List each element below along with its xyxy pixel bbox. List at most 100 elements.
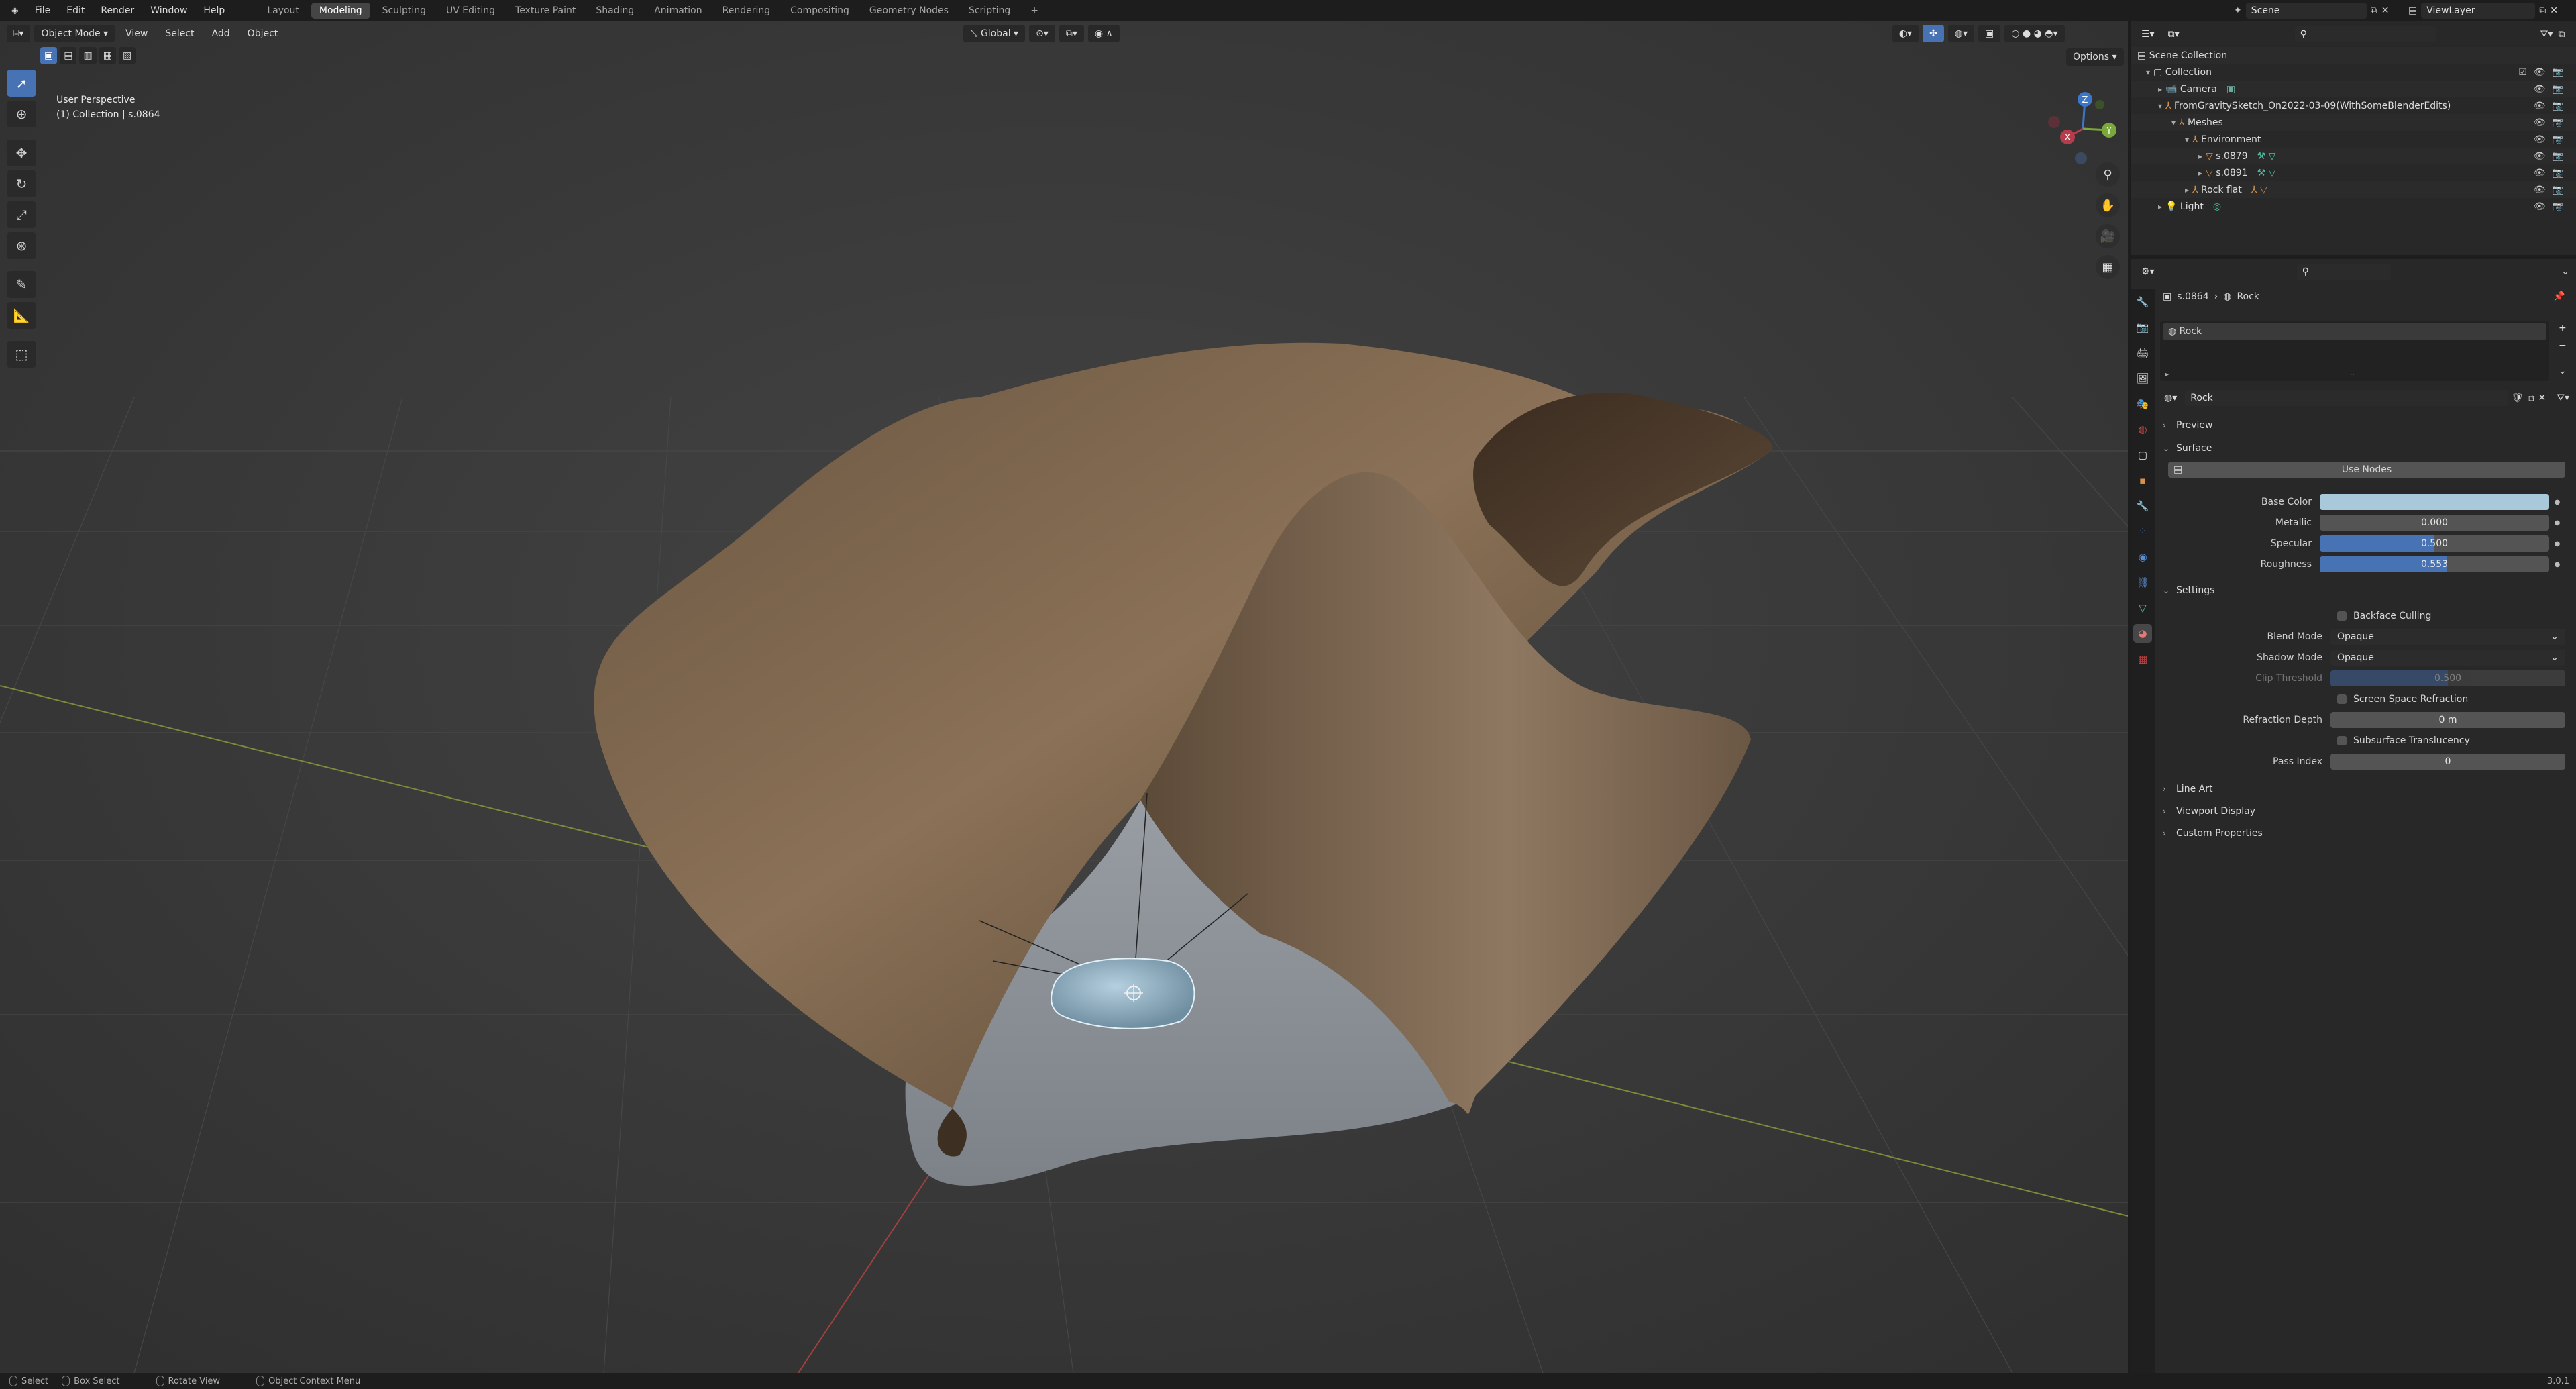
material-slots-list[interactable]: ◍ Rock ▸ ⋯ xyxy=(2160,321,2549,381)
outliner-row-s0879[interactable]: ▸ ▽ s.0879 ⚒ ▽ 👁 📷 xyxy=(2131,148,2576,164)
panel-options-icon[interactable]: ⌄ xyxy=(2561,266,2569,277)
select-extend-icon[interactable]: ▤ xyxy=(60,47,77,64)
camera-render-icon[interactable]: 📷 xyxy=(2553,168,2564,178)
expand-icon[interactable]: ▸ xyxy=(2195,168,2206,178)
measure-icon[interactable]: 📐 xyxy=(7,302,36,329)
camera-render-icon[interactable]: 📷 xyxy=(2553,151,2564,162)
menu-view[interactable]: View xyxy=(119,28,154,39)
camera-render-icon[interactable]: 📷 xyxy=(2553,185,2564,195)
scene-close-icon[interactable]: ✕ xyxy=(2381,5,2390,16)
render-tab-icon[interactable]: 📷 xyxy=(2133,318,2152,337)
camera-view-icon[interactable]: 🎥 xyxy=(2096,224,2120,248)
tab-shading[interactable]: Shading xyxy=(588,3,642,19)
tab-geometry-nodes[interactable]: Geometry Nodes xyxy=(861,3,957,19)
particles-tab-icon[interactable]: ⁘ xyxy=(2133,522,2152,541)
fake-user-icon[interactable]: 🛡 xyxy=(2512,393,2524,403)
panel-custom-properties[interactable]: › Custom Properties xyxy=(2163,824,2565,843)
rotate-icon[interactable]: ↻ xyxy=(7,170,36,197)
eye-icon[interactable]: 👁 xyxy=(2534,201,2546,212)
expand-icon[interactable]: ▸ xyxy=(2182,185,2192,195)
tab-scripting[interactable]: Scripting xyxy=(961,3,1018,19)
editor-type-icon[interactable]: ⌸▾ xyxy=(7,25,31,42)
base-color-swatch[interactable] xyxy=(2320,494,2549,510)
expand-icon[interactable]: ▾ xyxy=(2168,118,2179,127)
texture-tab-icon[interactable]: ▩ xyxy=(2133,650,2152,668)
visibility-icon[interactable]: ◐▾ xyxy=(1892,25,1919,42)
new-collection-icon[interactable]: ⧉ xyxy=(2558,29,2565,40)
navigation-gizmo[interactable]: Z Y X xyxy=(2039,89,2127,169)
eye-icon[interactable]: 👁 xyxy=(2534,151,2546,162)
expand-icon[interactable]: ▸ xyxy=(2155,202,2165,211)
add-workspace-icon[interactable]: + xyxy=(1022,3,1046,19)
zoom-icon[interactable]: ⚲ xyxy=(2096,162,2120,187)
panel-preview[interactable]: › Preview xyxy=(2163,416,2565,435)
camera-render-icon[interactable]: 📷 xyxy=(2553,201,2564,212)
tab-modeling[interactable]: Modeling xyxy=(311,3,370,19)
specular-slider[interactable]: 0.500 xyxy=(2320,535,2549,552)
panel-line-art[interactable]: › Line Art xyxy=(2163,780,2565,799)
backface-culling-row[interactable]: Backface Culling xyxy=(2163,607,2565,625)
transform-icon[interactable]: ⊛ xyxy=(7,232,36,259)
data-tab-icon[interactable]: ▽ xyxy=(2133,599,2152,617)
scene-tab-icon[interactable]: 🎭 xyxy=(2133,395,2152,413)
pivot-icon[interactable]: ⊙▾ xyxy=(1029,25,1055,42)
options-button[interactable]: Options ▾ xyxy=(2066,48,2124,66)
move-icon[interactable]: ✥ xyxy=(7,140,36,166)
pass-index-field[interactable]: 0 xyxy=(2330,754,2565,770)
expand-icon[interactable]: ▸ xyxy=(2195,152,2206,161)
expand-icon[interactable]: ▾ xyxy=(2155,101,2165,111)
backface-culling-checkbox[interactable] xyxy=(2337,611,2347,621)
tab-uv-editing[interactable]: UV Editing xyxy=(438,3,503,19)
tool-tab-icon[interactable]: 🔧 xyxy=(2133,293,2152,311)
properties-search-input[interactable]: ⚲ xyxy=(2296,264,2391,280)
add-slot-icon[interactable]: + xyxy=(2555,321,2571,336)
eye-icon[interactable]: 👁 xyxy=(2534,67,2546,78)
link-dropdown-icon[interactable]: ⛛▾ xyxy=(2557,393,2569,403)
scale-icon[interactable]: ⤢ xyxy=(7,201,36,228)
ortho-grid-icon[interactable]: ▦ xyxy=(2096,255,2120,279)
viewlayer-close-icon[interactable]: ✕ xyxy=(2550,5,2558,16)
world-tab-icon[interactable]: ◍ xyxy=(2133,420,2152,439)
collection-tab-icon[interactable]: ▢ xyxy=(2133,446,2152,464)
xray-icon[interactable]: ▣ xyxy=(1978,25,2001,42)
panel-settings[interactable]: ⌄ Settings xyxy=(2163,581,2565,600)
menu-window[interactable]: Window xyxy=(144,3,193,18)
viewport-3d[interactable]: ⌸▾ Object Mode ▾ View Select Add Object … xyxy=(0,21,2128,1373)
outliner-editor-icon[interactable]: ☰▾ xyxy=(2137,25,2159,43)
output-tab-icon[interactable]: 🖨 xyxy=(2133,344,2152,362)
eye-icon[interactable]: 👁 xyxy=(2534,84,2546,95)
annotate-icon[interactable]: ✎ xyxy=(7,271,36,298)
refraction-depth-field[interactable]: 0 m xyxy=(2330,712,2565,728)
tab-texture-paint[interactable]: Texture Paint xyxy=(507,3,584,19)
keyframe-dot-icon[interactable]: ● xyxy=(2549,499,2565,506)
tab-animation[interactable]: Animation xyxy=(646,3,710,19)
blender-logo-icon[interactable]: ◈ xyxy=(5,3,25,18)
view-layer-tab-icon[interactable]: 🖼 xyxy=(2133,369,2152,388)
select-new-icon[interactable]: ▣ xyxy=(40,47,58,64)
tab-compositing[interactable]: Compositing xyxy=(782,3,857,19)
expand-icon[interactable]: ▸ xyxy=(2155,85,2165,94)
constraints-tab-icon[interactable]: ⛓ xyxy=(2133,573,2152,592)
object-tab-icon[interactable]: ▪ xyxy=(2133,471,2152,490)
duplicate-material-icon[interactable]: ⧉ xyxy=(2527,393,2534,403)
gizmo-toggle-icon[interactable]: ✣ xyxy=(1923,25,1944,42)
outliner-row-s0891[interactable]: ▸ ▽ s.0891 ⚒ ▽ 👁 📷 xyxy=(2131,164,2576,181)
remove-slot-icon[interactable]: − xyxy=(2555,338,2571,353)
camera-render-icon[interactable]: 📷 xyxy=(2553,67,2564,78)
outliner-row-environment[interactable]: ▾ ⅄ Environment 👁 📷 xyxy=(2131,131,2576,148)
scene-copy-icon[interactable]: ⧉ xyxy=(2371,5,2377,16)
checkbox-icon[interactable]: ☑ xyxy=(2518,67,2527,78)
keyframe-dot-icon[interactable]: ● xyxy=(2549,561,2565,568)
roughness-slider[interactable]: 0.553 xyxy=(2320,556,2549,572)
menu-file[interactable]: File xyxy=(29,3,56,18)
select-subtract-icon[interactable]: ▥ xyxy=(79,47,97,64)
camera-render-icon[interactable]: 📷 xyxy=(2553,101,2564,111)
overlay-icon[interactable]: ◍▾ xyxy=(1947,25,1975,42)
mode-dropdown[interactable]: Object Mode ▾ xyxy=(34,25,115,42)
modifier-tab-icon[interactable]: 🔧 xyxy=(2133,497,2152,515)
shadow-mode-dropdown[interactable]: Opaque ⌄ xyxy=(2330,650,2565,666)
menu-add[interactable]: Add xyxy=(205,28,237,39)
orientation-dropdown[interactable]: ⤡ Global ▾ xyxy=(963,25,1026,42)
outliner-row-scene-collection[interactable]: ▤ Scene Collection xyxy=(2131,47,2576,64)
menu-edit[interactable]: Edit xyxy=(60,3,91,18)
